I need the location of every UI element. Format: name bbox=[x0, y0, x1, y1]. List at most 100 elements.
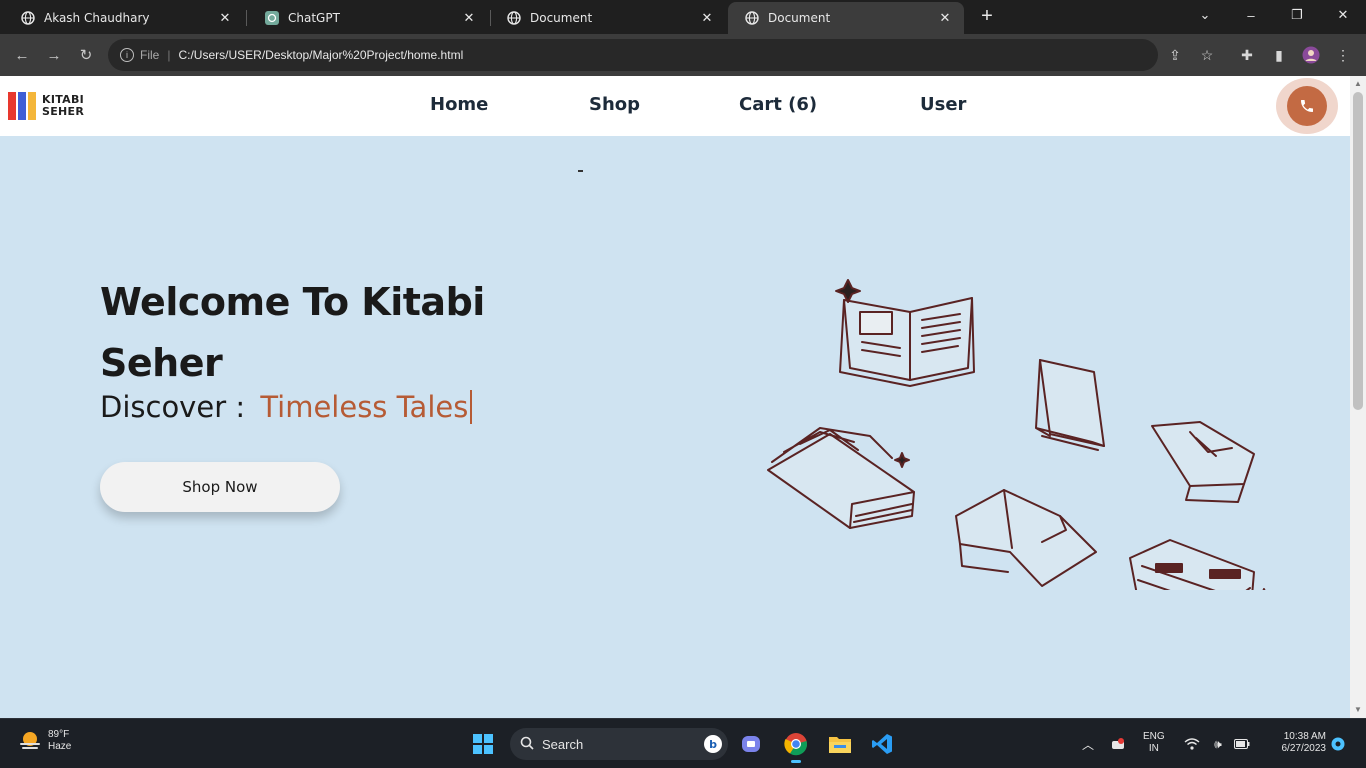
weather-temp: 89°F bbox=[48, 729, 70, 740]
clock-date: 6/27/2023 bbox=[1281, 743, 1327, 754]
taskbar-search[interactable]: Search b bbox=[510, 728, 728, 760]
clock-time: 10:38 AM bbox=[1283, 731, 1326, 742]
page-scrollbar[interactable]: ▲ ▼ bbox=[1350, 76, 1366, 718]
phone-icon bbox=[1301, 100, 1313, 112]
sparkle-sketch bbox=[1262, 588, 1266, 590]
globe-icon bbox=[744, 10, 760, 26]
scroll-up-arrow-icon[interactable]: ▲ bbox=[1354, 80, 1362, 88]
vscode-icon[interactable] bbox=[866, 728, 898, 760]
shop-now-button[interactable]: Shop Now bbox=[100, 462, 340, 512]
weather-condition: Haze bbox=[48, 741, 72, 752]
sparkle-sketch bbox=[835, 279, 861, 303]
notification-icon[interactable] bbox=[1330, 736, 1346, 752]
typewriter-text: Timeless Tales bbox=[260, 390, 473, 424]
bing-icon: b bbox=[704, 735, 722, 756]
clock[interactable]: 10:38 AM 6/27/2023 bbox=[1266, 731, 1327, 755]
wifi-icon[interactable] bbox=[1184, 736, 1200, 752]
globe-icon bbox=[506, 10, 522, 26]
site-logo[interactable]: KITABI SEHER bbox=[8, 92, 84, 120]
globe-icon bbox=[20, 10, 36, 26]
battery-icon[interactable] bbox=[1234, 736, 1250, 752]
url-text: C:/Users/USER/Desktop/Major%20Project/ho… bbox=[178, 48, 464, 62]
reload-icon[interactable]: ↻ bbox=[76, 45, 96, 65]
tray-app-icon[interactable] bbox=[1110, 736, 1126, 752]
browser-tab-strip: Akash Chaudhary ✕ ChatGPT ✕ Document ✕ D… bbox=[0, 0, 1366, 34]
close-tab-icon[interactable]: ✕ bbox=[460, 9, 478, 27]
page-viewport: KITABI SEHER Home Shop Cart (6) User Wel… bbox=[0, 76, 1350, 718]
nav-cart-link[interactable]: Cart (6) bbox=[739, 94, 817, 115]
browser-tab-3[interactable]: Document ✕ bbox=[490, 2, 726, 34]
close-tab-icon[interactable]: ✕ bbox=[698, 9, 716, 27]
weather-widget[interactable]: 89°F Haze bbox=[18, 729, 71, 753]
tab-title: Akash Chaudhary bbox=[44, 11, 150, 25]
browser-tab-1[interactable]: Akash Chaudhary ✕ bbox=[4, 2, 244, 34]
logo-bars bbox=[8, 92, 36, 120]
close-window-icon[interactable]: ✕ bbox=[1330, 4, 1356, 26]
books-illustration bbox=[767, 279, 1266, 590]
address-bar[interactable]: i File | C:/Users/USER/Desktop/Major%20P… bbox=[108, 39, 1158, 71]
windows-start-icon[interactable] bbox=[467, 728, 499, 760]
teams-chat-icon[interactable] bbox=[735, 728, 767, 760]
closed-book-sketch bbox=[1035, 359, 1105, 451]
bookmark-star-icon[interactable]: ☆ bbox=[1198, 46, 1216, 64]
discover-label: Discover : bbox=[100, 390, 246, 424]
search-icon bbox=[520, 736, 534, 753]
browser-menu-icon[interactable]: ⋮ bbox=[1334, 46, 1352, 64]
forward-arrow-icon[interactable]: → bbox=[44, 45, 64, 65]
url-scheme: File bbox=[140, 48, 160, 62]
chatgpt-icon bbox=[264, 10, 280, 26]
logo-bar bbox=[18, 92, 26, 120]
book-stack-small-sketch bbox=[1151, 421, 1255, 503]
search-label: Search bbox=[542, 736, 584, 752]
profile-avatar-icon[interactable] bbox=[1302, 46, 1320, 64]
tray-overflow-chevron-icon[interactable]: ︿ bbox=[1080, 736, 1096, 752]
open-book-lying-sketch bbox=[955, 489, 1097, 587]
tab-title: Document bbox=[530, 11, 593, 25]
tab-title: ChatGPT bbox=[288, 11, 340, 25]
url-divider: | bbox=[167, 48, 171, 62]
weather-haze-icon bbox=[20, 732, 40, 749]
close-tab-icon[interactable]: ✕ bbox=[936, 9, 954, 27]
info-icon[interactable]: i bbox=[120, 48, 134, 62]
browser-tab-2[interactable]: ChatGPT ✕ bbox=[248, 2, 488, 34]
nav-shop-link[interactable]: Shop bbox=[589, 94, 640, 115]
fanned-book-sketch bbox=[767, 427, 915, 529]
volume-icon[interactable]: 🕪 bbox=[1210, 736, 1226, 752]
file-explorer-icon[interactable] bbox=[824, 728, 856, 760]
restore-icon[interactable]: ❐ bbox=[1284, 4, 1310, 26]
tab-title: Document bbox=[768, 11, 831, 25]
open-book-sketch bbox=[839, 297, 975, 387]
browser-toolbar: ← → ↻ i File | C:/Users/USER/Desktop/Maj… bbox=[0, 34, 1366, 76]
hero-title: Welcome To Kitabi Seher bbox=[100, 280, 485, 385]
language-indicator[interactable]: ENG IN bbox=[1143, 731, 1165, 755]
extensions-puzzle-icon[interactable]: ✚ bbox=[1238, 46, 1256, 64]
nav-home-link[interactable]: Home bbox=[430, 94, 488, 115]
logo-bar bbox=[8, 92, 16, 120]
logo-bar bbox=[28, 92, 36, 120]
tab-separator bbox=[246, 10, 247, 26]
language-line-2: IN bbox=[1148, 743, 1159, 754]
sparkle-sketch bbox=[894, 452, 910, 468]
close-tab-icon[interactable]: ✕ bbox=[216, 9, 234, 27]
new-tab-button[interactable]: + bbox=[976, 5, 998, 27]
book-stack-large-sketch bbox=[1129, 539, 1255, 590]
minimize-icon[interactable]: – bbox=[1238, 4, 1264, 26]
chrome-app-icon[interactable] bbox=[780, 728, 812, 763]
running-indicator bbox=[791, 760, 801, 763]
sidebar-panel-icon[interactable]: ▮ bbox=[1270, 46, 1288, 64]
scroll-down-arrow-icon[interactable]: ▼ bbox=[1354, 706, 1362, 714]
back-arrow-icon[interactable]: ← bbox=[12, 45, 32, 65]
windows-taskbar: 89°F Haze Search b ︿ ENG IN 🕪 10:38 AM 6… bbox=[0, 718, 1366, 768]
site-header: KITABI SEHER Home Shop Cart (6) User bbox=[0, 76, 1350, 136]
share-icon[interactable]: ⇪ bbox=[1166, 46, 1184, 64]
nav-user-link[interactable]: User bbox=[920, 94, 966, 115]
hero-subtitle: Discover : Timeless Tales bbox=[100, 390, 473, 424]
logo-line-2: SEHER bbox=[42, 105, 85, 118]
tab-search-chevron-icon[interactable]: ⌄ bbox=[1192, 4, 1218, 26]
svg-text:b: b bbox=[709, 738, 717, 751]
language-line-1: ENG bbox=[1143, 731, 1165, 742]
call-button[interactable] bbox=[1276, 78, 1338, 134]
scrollbar-thumb[interactable] bbox=[1353, 92, 1363, 410]
browser-tab-4-active[interactable]: Document ✕ bbox=[728, 2, 964, 34]
stray-dash bbox=[578, 170, 583, 172]
